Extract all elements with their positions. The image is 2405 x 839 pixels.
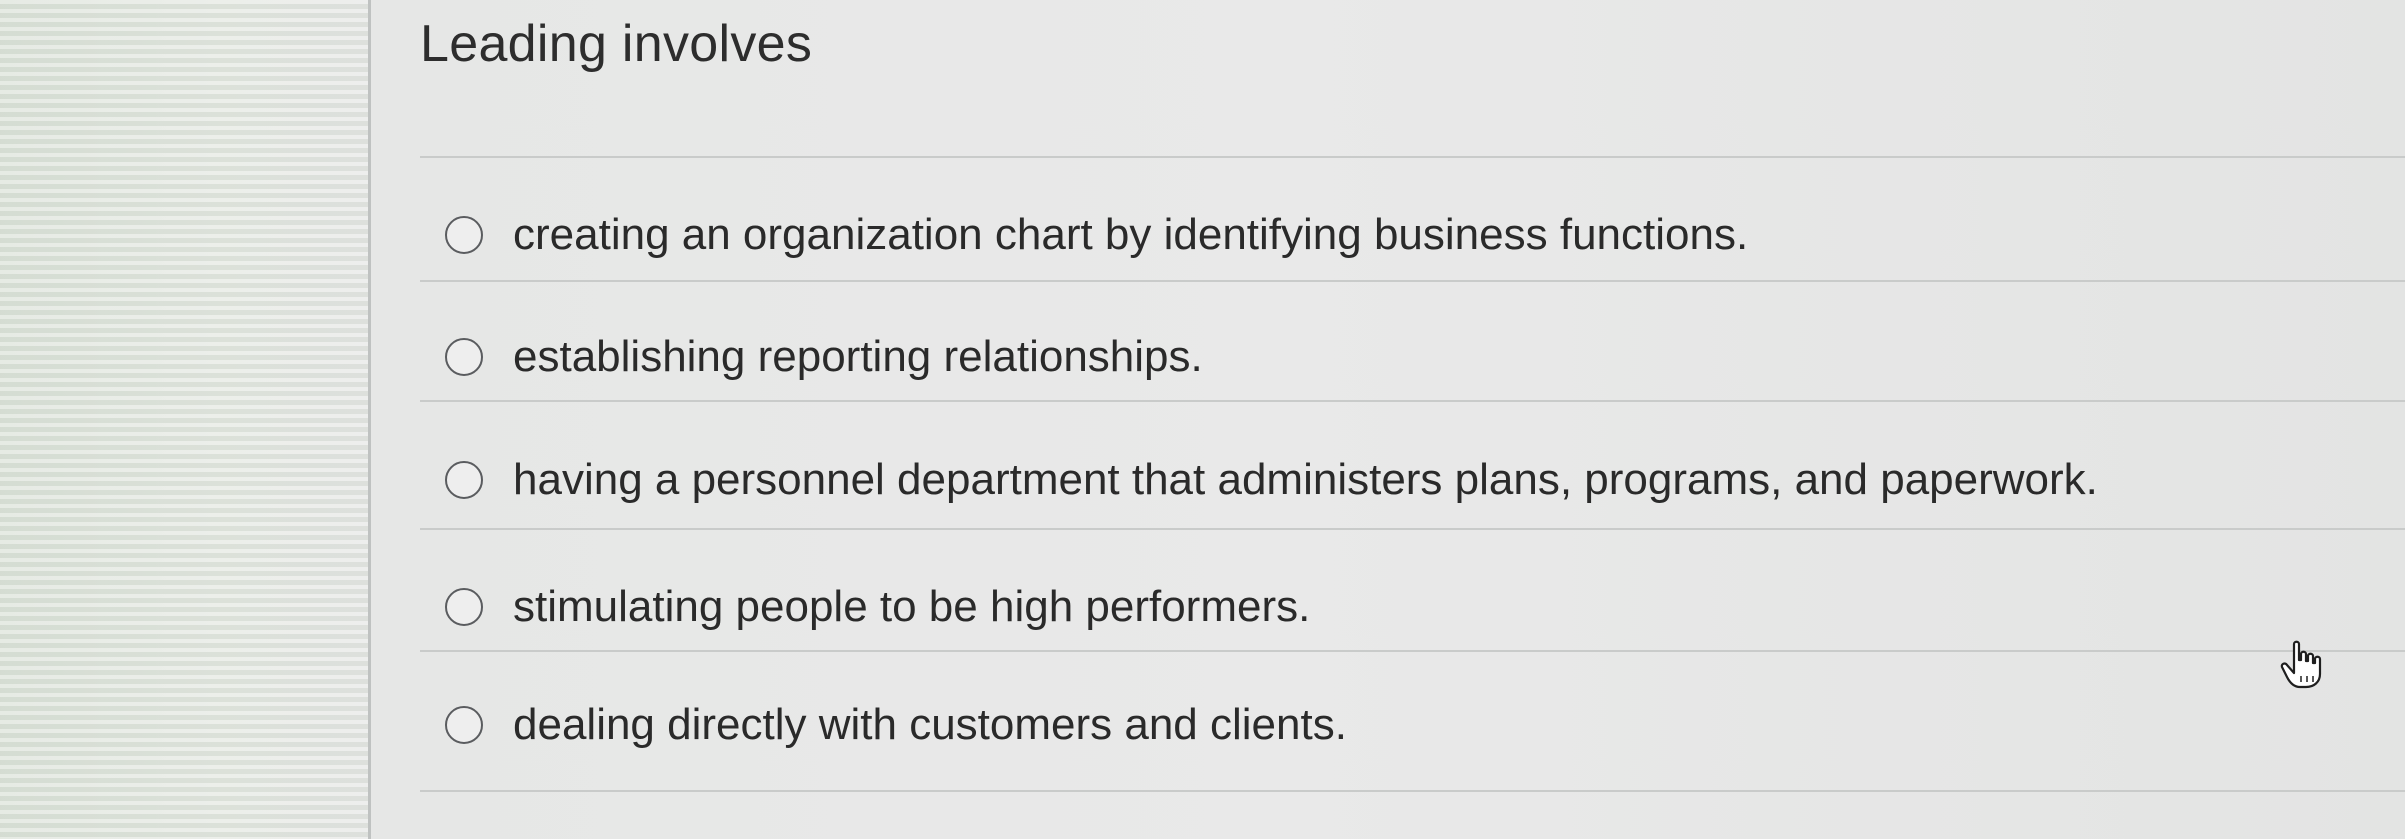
- answer-option-5[interactable]: dealing directly with customers and clie…: [445, 700, 1347, 750]
- answer-option-2[interactable]: establishing reporting relationships.: [445, 332, 1203, 382]
- option-label: creating an organization chart by identi…: [513, 210, 1749, 259]
- option-label: stimulating people to be high performers…: [513, 582, 1311, 631]
- option-label: dealing directly with customers and clie…: [513, 700, 1347, 749]
- radio-unselected-icon[interactable]: [445, 588, 483, 626]
- answer-option-3[interactable]: having a personnel department that admin…: [445, 455, 2098, 505]
- radio-unselected-icon[interactable]: [445, 461, 483, 499]
- divider: [420, 790, 2405, 792]
- divider: [420, 280, 2405, 282]
- left-margin-pattern: [0, 0, 370, 839]
- option-label: establishing reporting relationships.: [513, 332, 1203, 381]
- question-title: Leading involves: [420, 15, 813, 73]
- option-label: having a personnel department that admin…: [513, 455, 2098, 504]
- hand-pointer-icon: [2280, 640, 2322, 689]
- divider: [420, 156, 2405, 158]
- divider: [420, 528, 2405, 530]
- answer-option-1[interactable]: creating an organization chart by identi…: [445, 210, 1748, 260]
- divider: [420, 400, 2405, 402]
- answer-option-4[interactable]: stimulating people to be high performers…: [445, 582, 1310, 632]
- radio-unselected-icon[interactable]: [445, 338, 483, 376]
- divider: [420, 650, 2405, 652]
- radio-unselected-icon[interactable]: [445, 706, 483, 744]
- radio-unselected-icon[interactable]: [445, 216, 483, 254]
